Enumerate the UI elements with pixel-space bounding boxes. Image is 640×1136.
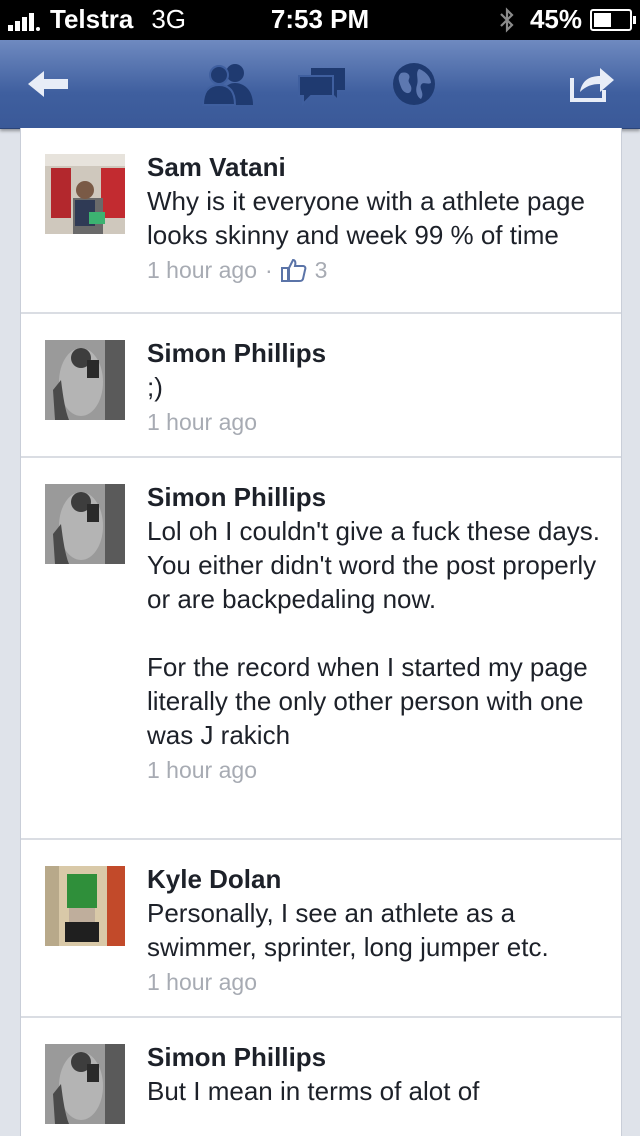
profile-photo-simon-phillips — [45, 1044, 125, 1124]
comment-timestamp: 1 hour ago — [147, 757, 257, 783]
comment-item: Sam Vatani Why is it everyone with a ath… — [21, 128, 621, 314]
friend-requests-button[interactable] — [198, 56, 258, 112]
bluetooth-icon — [500, 6, 514, 33]
comment-item: Kyle Dolan Personally, I see an athlete … — [21, 840, 621, 1018]
comment-item: Simon Phillips But I mean in terms of al… — [21, 1018, 621, 1136]
comment-timestamp: 1 hour ago — [147, 969, 257, 995]
comment-meta: 1 hour ago — [147, 752, 601, 788]
profile-photo-simon-phillips — [45, 340, 125, 420]
comment-meta: 1 hour ago · 3 — [147, 252, 601, 288]
friends-icon — [201, 64, 253, 106]
status-bar: Telstra 3G 7:53 PM 45% — [0, 0, 640, 40]
comment-author[interactable]: Simon Phillips — [147, 336, 601, 370]
thumbs-up-icon[interactable] — [280, 257, 307, 283]
comment-item: Simon Phillips ;) 1 hour ago — [21, 314, 621, 458]
comment-author[interactable]: Sam Vatani — [147, 150, 601, 184]
navigation-bar — [0, 40, 640, 129]
battery-info: 45% — [498, 4, 636, 35]
battery-icon — [590, 8, 636, 31]
messages-button[interactable] — [292, 56, 352, 112]
like-count: 3 — [314, 257, 328, 283]
avatar[interactable] — [45, 484, 125, 564]
profile-photo-simon-phillips — [45, 484, 125, 564]
back-arrow-icon — [28, 71, 68, 97]
share-icon — [570, 68, 614, 102]
profile-photo-kyle-dolan — [45, 866, 125, 946]
avatar[interactable] — [45, 154, 125, 234]
comment-text: Lol oh I couldn't give a fuck these days… — [147, 516, 601, 750]
avatar[interactable] — [45, 340, 125, 420]
back-button[interactable] — [20, 56, 76, 112]
comment-timestamp: 1 hour ago — [147, 409, 257, 435]
comment-author[interactable]: Simon Phillips — [147, 480, 601, 514]
comment-author[interactable]: Kyle Dolan — [147, 862, 601, 896]
comment-text: Why is it everyone with a athlete page l… — [147, 186, 593, 250]
battery-percent: 45% — [529, 4, 582, 34]
meta-separator: · — [264, 257, 273, 283]
comment-text: But I mean in terms of alot of — [147, 1076, 480, 1106]
comment-meta: 1 hour ago — [147, 964, 601, 1000]
comment-text: Personally, I see an athlete as a swimme… — [147, 898, 549, 962]
comment-meta: 1 hour ago — [147, 404, 601, 440]
notifications-button[interactable] — [386, 56, 442, 112]
comment-author[interactable]: Simon Phillips — [147, 1040, 601, 1074]
messages-icon — [298, 68, 345, 106]
battery-fill — [594, 12, 612, 27]
globe-icon — [393, 63, 435, 105]
avatar[interactable] — [45, 866, 125, 946]
profile-photo-sam-vatani — [45, 154, 125, 234]
comment-text: ;) — [147, 372, 163, 402]
comment-timestamp: 1 hour ago — [147, 257, 257, 283]
share-button[interactable] — [564, 56, 620, 112]
comment-feed[interactable]: Sam Vatani Why is it everyone with a ath… — [20, 128, 622, 1136]
comment-item: Simon Phillips Lol oh I couldn't give a … — [21, 458, 621, 840]
avatar[interactable] — [45, 1044, 125, 1124]
